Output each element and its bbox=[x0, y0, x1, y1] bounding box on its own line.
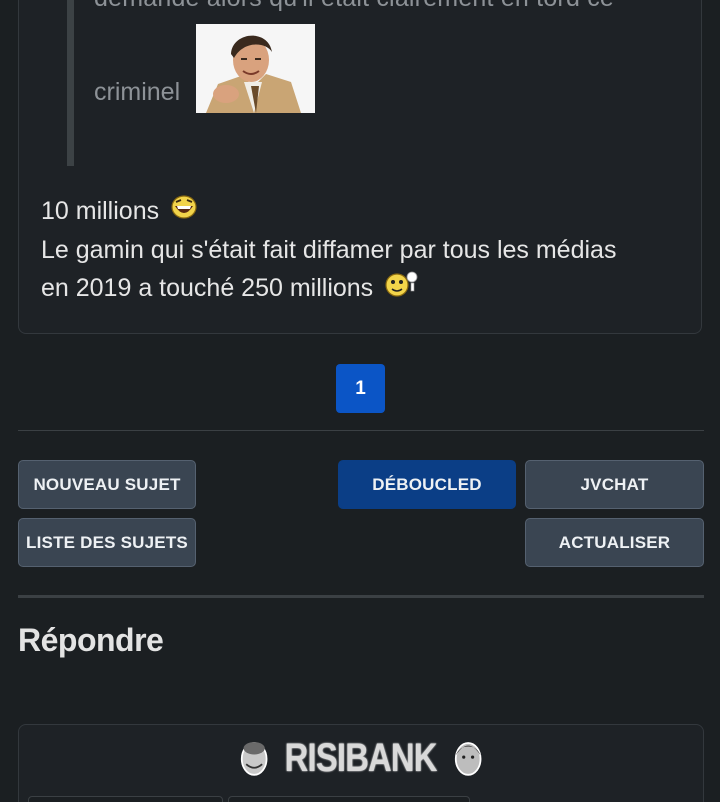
jvchat-button[interactable]: JVCHAT bbox=[525, 460, 704, 509]
quote-text: demande alors qu'il était clairement en … bbox=[94, 0, 614, 13]
risibank-logo[interactable]: RISIBANK bbox=[240, 734, 482, 782]
page-1-button[interactable]: 1 bbox=[336, 364, 385, 413]
editor-tab[interactable] bbox=[28, 796, 223, 802]
forum-page: demande alors qu'il était clairement en … bbox=[0, 0, 720, 802]
topic-list-button[interactable]: LISTE DES SUJETS bbox=[18, 518, 196, 567]
jesus-face-icon bbox=[454, 742, 482, 776]
divider bbox=[18, 430, 704, 431]
laughing-smiley-icon bbox=[170, 193, 198, 231]
refresh-button[interactable]: ACTUALISER bbox=[525, 518, 704, 567]
editor-tab[interactable] bbox=[228, 796, 470, 802]
risitas-face-icon bbox=[240, 742, 268, 776]
reply-heading: Répondre bbox=[18, 622, 164, 658]
quote-bar bbox=[67, 0, 74, 166]
risibank-title: RISIBANK bbox=[285, 735, 438, 780]
columbo-sticker-image[interactable] bbox=[196, 24, 315, 113]
post-message: demande alors qu'il était clairement en … bbox=[18, 0, 702, 334]
post-line-3: en 2019 a touché 250 millions bbox=[41, 274, 374, 303]
post-body: 10 millions Le gamin qui s'était fait di… bbox=[41, 192, 616, 309]
section-divider bbox=[18, 595, 704, 598]
post-line-1: 10 millions bbox=[41, 197, 160, 225]
post-line-2: Le gamin qui s'était fait diffamer par t… bbox=[41, 236, 617, 265]
new-topic-button[interactable]: NOUVEAU SUJET bbox=[18, 460, 196, 509]
quote-text-end: criminel bbox=[94, 78, 181, 106]
dizzy-smiley-icon bbox=[384, 270, 420, 309]
deboucled-button[interactable]: DÉBOUCLED bbox=[338, 460, 516, 509]
